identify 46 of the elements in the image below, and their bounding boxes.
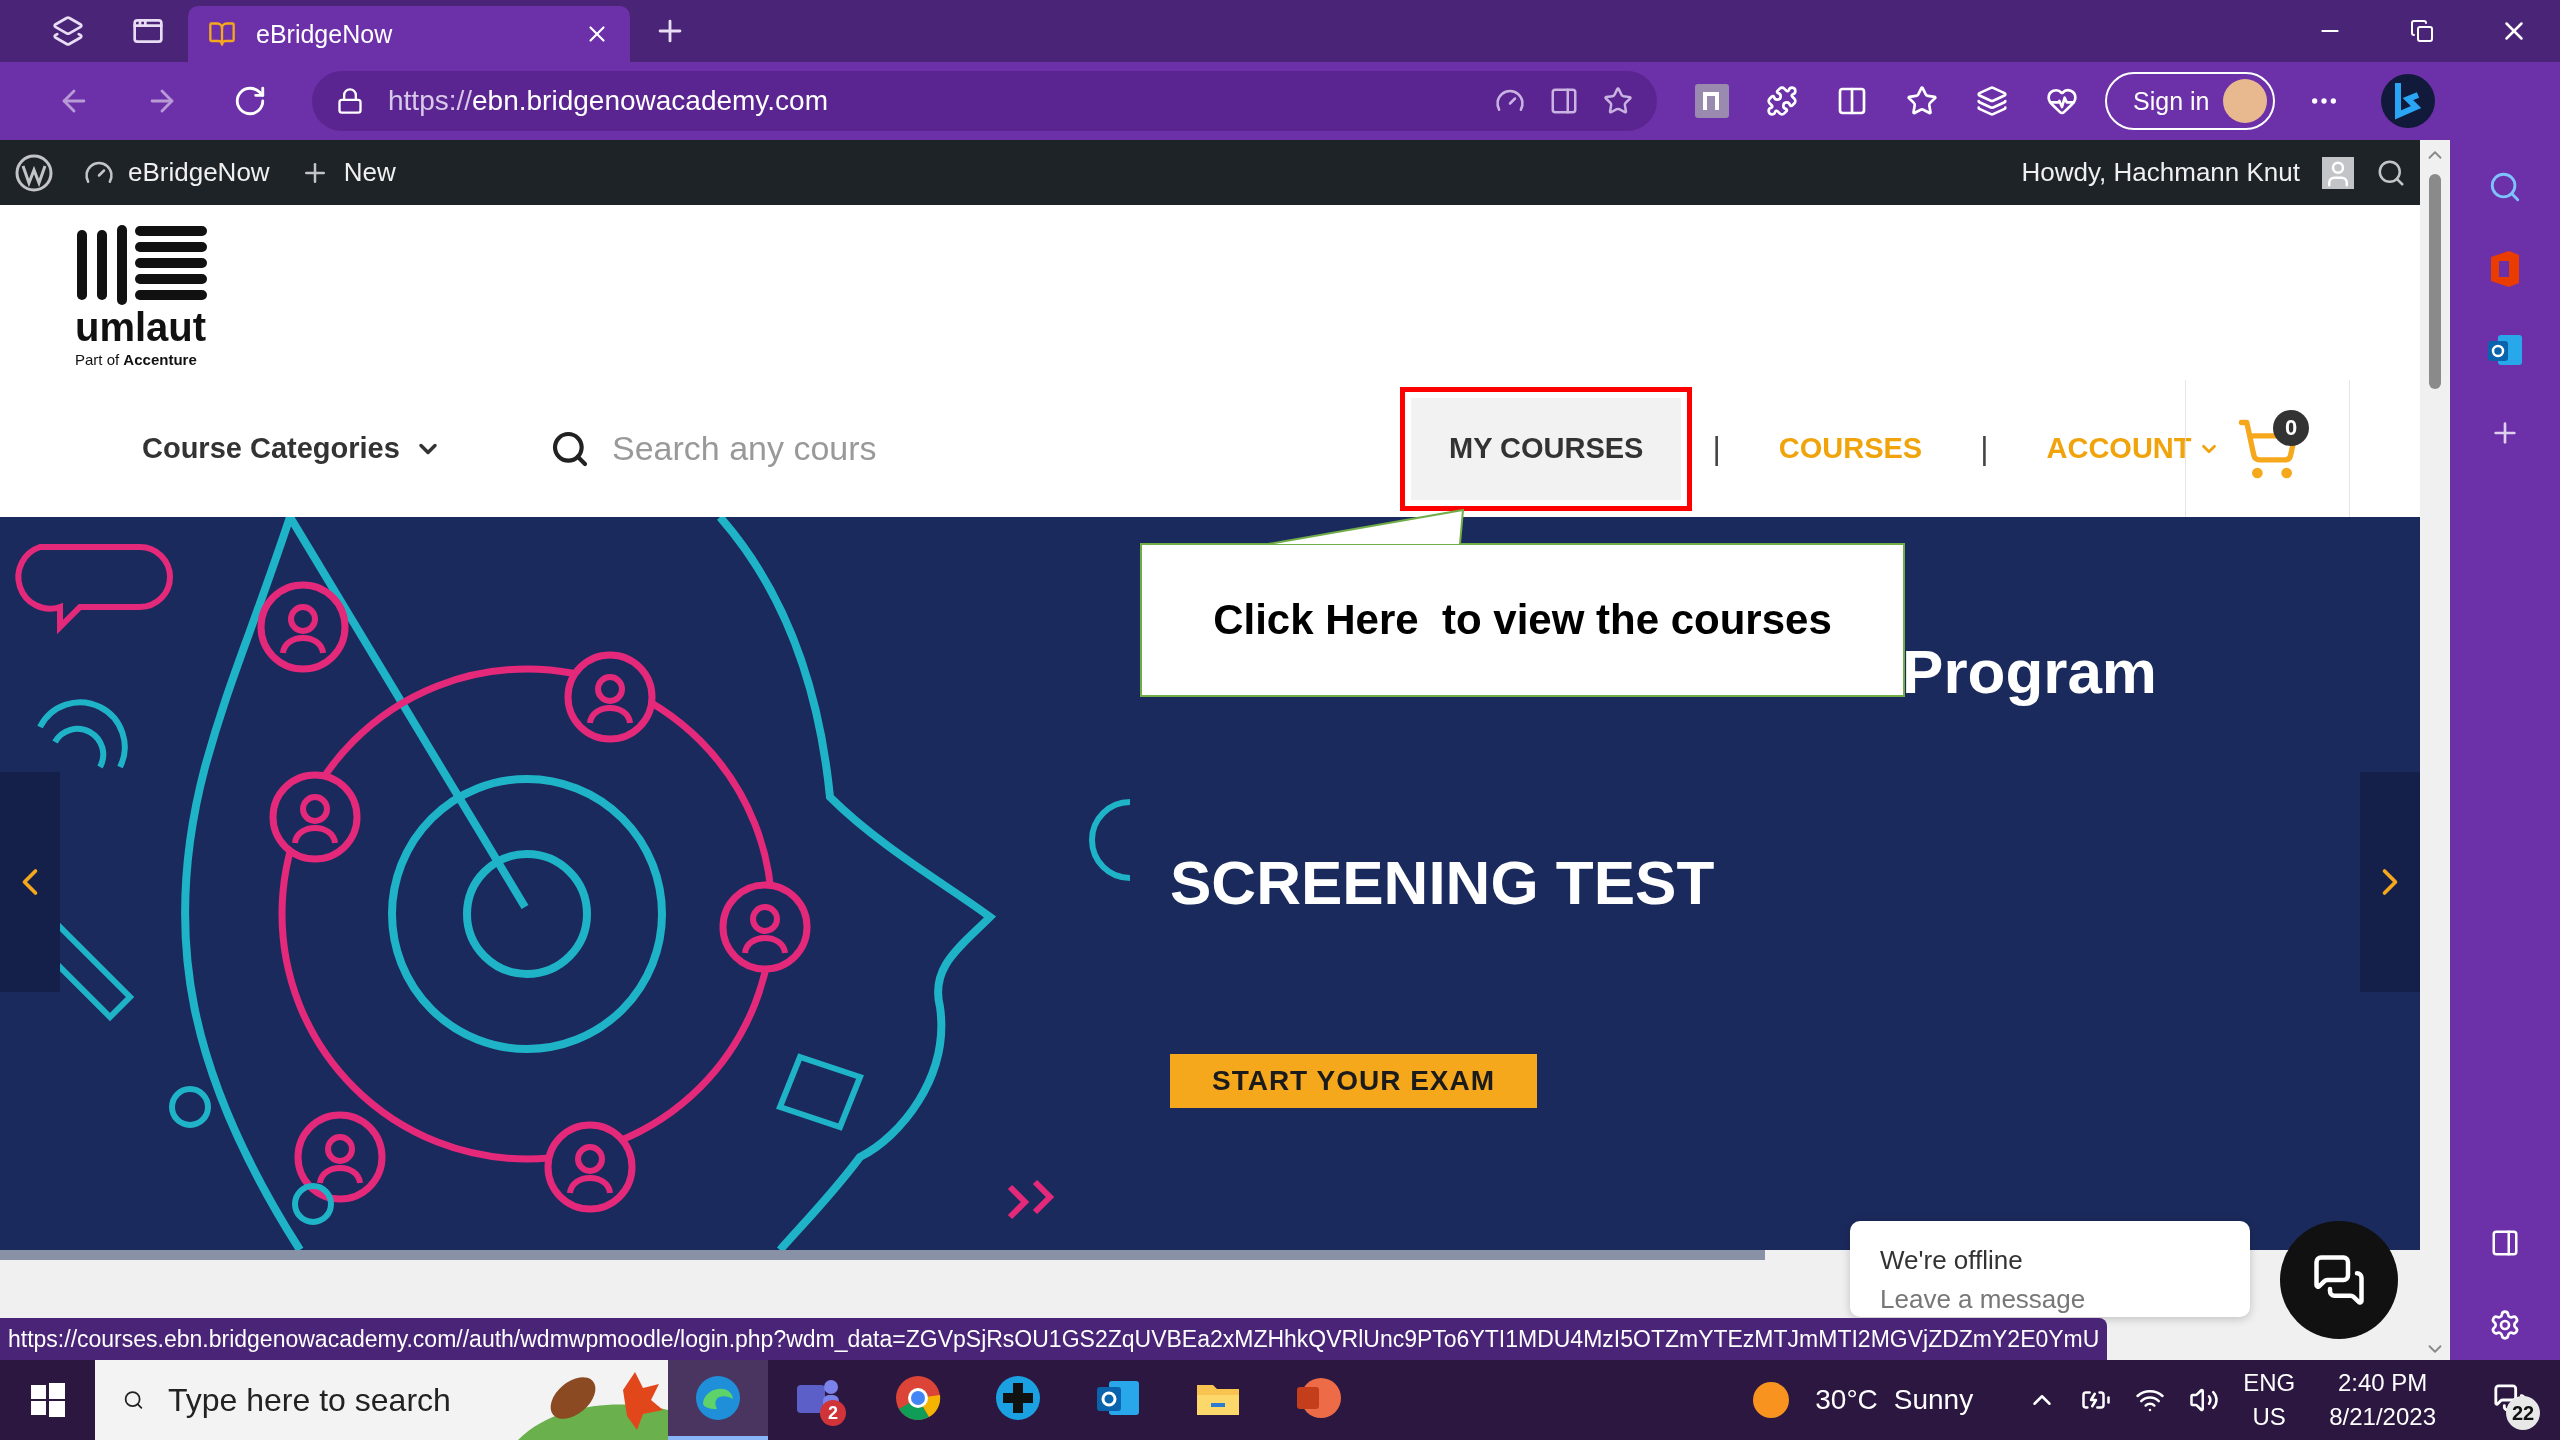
lock-icon bbox=[336, 87, 364, 115]
status-url: https://courses.ebn.bridgenowacademy.com//auth/wdmwpmoodle/login.php?wdm_data=ZGVpSjRsOU1GS2ZqUVBEa2xMZHhkQVRlUnc9PTo6YTI1MDU4MzI5OTZmYTEzMTJmMTI2MGVjZDZmY2E0YmU bbox=[0, 1318, 2108, 1360]
start-exam-button[interactable]: START YOUR EXAM bbox=[1170, 1054, 1537, 1108]
swirl-app-icon bbox=[693, 1373, 743, 1423]
nav-divider: | bbox=[1712, 430, 1721, 467]
nav-link[interactable]: MY COURSES bbox=[1411, 397, 1682, 500]
logo-wordmark: umlaut bbox=[75, 307, 208, 347]
banner-title: Program bbox=[1902, 637, 2157, 707]
new-link[interactable]: New bbox=[343, 157, 396, 188]
taskbar-app-button[interactable]: 2 bbox=[768, 1360, 868, 1440]
taskbar-app-button[interactable] bbox=[668, 1360, 768, 1440]
round-browser-icon bbox=[893, 1373, 943, 1423]
chat-status: We're offline bbox=[1880, 1245, 2024, 1276]
notifications-button[interactable]: 22 bbox=[2480, 1370, 2540, 1430]
reader-icon[interactable] bbox=[1549, 86, 1579, 116]
horizontal-scrollbar[interactable] bbox=[0, 1250, 1765, 1260]
greeting-link[interactable]: Howdy, Hachmann Knut bbox=[2021, 157, 2300, 188]
course-search-field[interactable]: Search any cours bbox=[610, 428, 910, 469]
chat-prompt: Leave a message bbox=[1880, 1284, 2087, 1315]
nav-divider: | bbox=[1980, 430, 1989, 467]
star-icon[interactable] bbox=[1603, 86, 1633, 116]
logo-tagline: Part of Accenture bbox=[75, 351, 198, 368]
app-badge: 2 bbox=[820, 1400, 846, 1426]
site-link[interactable]: eBridgeNow bbox=[128, 157, 270, 188]
notification-count: 22 bbox=[2506, 1396, 2540, 1430]
cart-count: 0 bbox=[2273, 410, 2309, 446]
sun-icon bbox=[1751, 1380, 1792, 1420]
address-bar[interactable]: https://ebn.bridgenowacademy.com bbox=[312, 71, 1657, 131]
language-indicator[interactable]: ENG US bbox=[2243, 1366, 2296, 1434]
plus-app-icon bbox=[993, 1373, 1043, 1423]
browser-tab[interactable]: eBridgeNow bbox=[188, 6, 630, 62]
stripes-logo-icon bbox=[75, 225, 210, 305]
weather-temperature: 30°C bbox=[1815, 1384, 1878, 1416]
user-avatar-icon bbox=[2322, 156, 2354, 189]
avatar-icon bbox=[2223, 79, 2268, 123]
vertical-scrollbar[interactable] bbox=[2429, 174, 2441, 389]
page-icon bbox=[208, 20, 236, 48]
circle-logo-icon[interactable] bbox=[14, 152, 54, 193]
course-categories-menu[interactable]: Course Categories bbox=[142, 432, 442, 465]
chat-icon bbox=[2312, 1253, 2366, 1307]
search-field[interactable]: Type here to search bbox=[166, 1380, 496, 1420]
weather-condition: Sunny bbox=[1893, 1384, 1974, 1416]
taskbar-search-field[interactable]: Type here to search bbox=[95, 1360, 668, 1440]
banner-heading: SCREENING TEST bbox=[1170, 847, 1715, 918]
clock[interactable]: 2:40 PM 8/21/2023 bbox=[2329, 1366, 2436, 1434]
sign-in-button[interactable]: Sign in bbox=[2105, 72, 2276, 130]
